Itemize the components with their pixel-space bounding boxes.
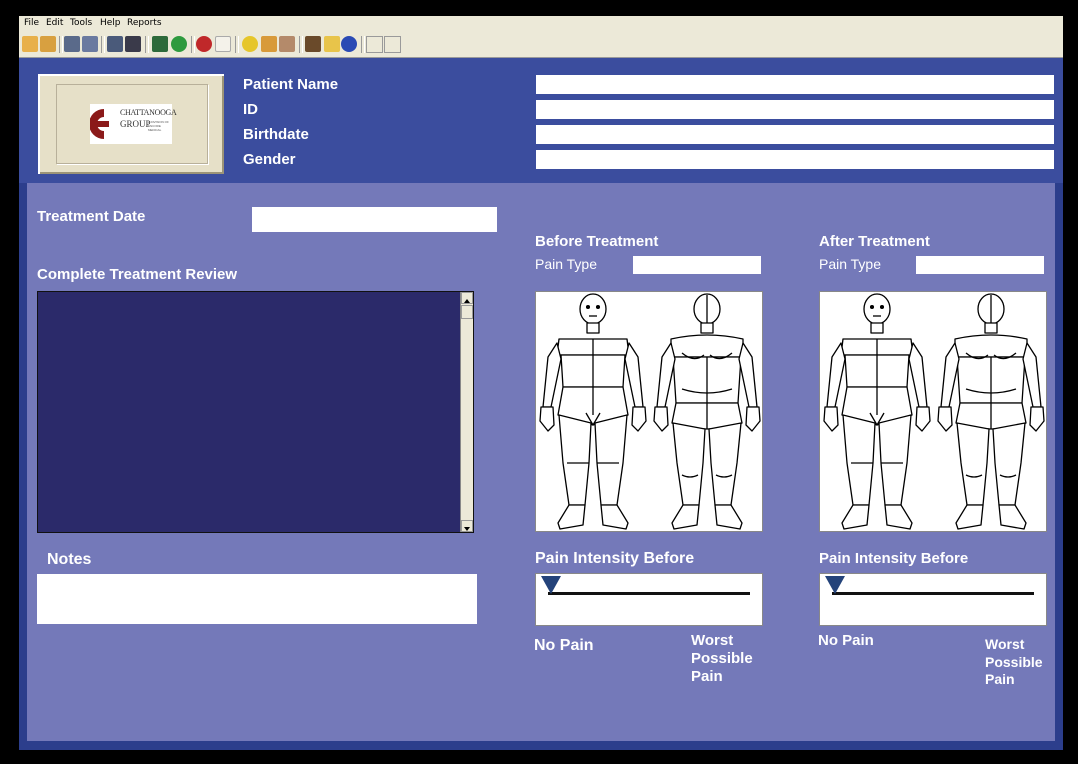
complete-treatment-review-label: Complete Treatment Review	[37, 266, 238, 283]
after-body-chart	[823, 293, 1045, 530]
toolbar-separator	[361, 36, 365, 53]
before-slider-track	[548, 592, 750, 595]
before-slider-thumb[interactable]	[541, 576, 561, 594]
tools-icon[interactable]	[305, 36, 321, 52]
before-no-pain-label: No Pain	[534, 637, 594, 654]
after-treatment-title: After Treatment	[819, 233, 930, 250]
print-icon[interactable]	[82, 36, 98, 52]
before-possible-label: Possible	[691, 650, 753, 667]
before-pain-type-field[interactable]	[633, 256, 761, 274]
patient-name-label: Patient Name	[243, 76, 339, 93]
toolbar-blank-button[interactable]	[384, 36, 401, 53]
info-icon[interactable]	[341, 36, 357, 52]
after-worst-label: Worst	[985, 636, 1025, 652]
after-pain-type-field[interactable]	[916, 256, 1044, 274]
after-back-body[interactable]	[937, 293, 1045, 530]
logo-tagline: A DIVISION OF ENCORE MEDICAL	[148, 120, 169, 132]
id-field[interactable]	[536, 100, 1054, 119]
before-body-diagram[interactable]	[535, 291, 763, 532]
treatment-date-field[interactable]	[252, 207, 497, 232]
before-worst-label: Worst	[691, 632, 734, 649]
toolbar-separator	[59, 36, 63, 53]
toolbar	[19, 33, 1063, 58]
save-icon[interactable]	[152, 36, 168, 52]
menu-edit[interactable]: Edit	[46, 18, 63, 28]
before-pain-intensity-label: Pain Intensity Before	[535, 550, 695, 567]
toolbar-separator	[101, 36, 105, 53]
before-treatment-title: Before Treatment	[535, 233, 659, 250]
triangle-down-icon	[464, 527, 470, 531]
before-pain-type-label: Pain Type	[535, 256, 598, 272]
export-icon[interactable]	[171, 36, 187, 52]
after-front-body[interactable]	[823, 293, 931, 530]
logo-line1: CHATTANOOGA	[120, 108, 177, 117]
menu-tools[interactable]: Tools	[70, 18, 92, 28]
notes-label: Notes	[47, 551, 92, 568]
before-back-body[interactable]	[653, 293, 761, 530]
after-no-pain-label: No Pain	[818, 632, 874, 649]
chattanooga-logo: CHATTANOOGA GROUP A DIVISION OF ENCORE M…	[89, 104, 177, 144]
toolbar-separator	[235, 36, 239, 53]
birthdate-field[interactable]	[536, 125, 1054, 144]
before-body-chart	[539, 293, 761, 530]
after-pain-intensity-slider[interactable]	[819, 573, 1047, 626]
after-body-diagram[interactable]	[819, 291, 1047, 532]
logo-line2: GROUP	[120, 119, 151, 129]
menu-help[interactable]: Help	[100, 18, 121, 28]
open-icon[interactable]	[40, 36, 56, 52]
patient-name-field[interactable]	[536, 75, 1054, 94]
before-front-body[interactable]	[539, 293, 647, 530]
toolbar-separator	[299, 36, 303, 53]
after-pain-label: Pain	[985, 671, 1015, 687]
treatment-review-textarea[interactable]	[37, 291, 474, 533]
before-pain-label: Pain	[691, 668, 723, 685]
treatment-date-label: Treatment Date	[37, 208, 146, 225]
print-preview-icon[interactable]	[64, 36, 80, 52]
notes-icon[interactable]	[279, 36, 295, 52]
after-pain-type-label: Pain Type	[819, 256, 882, 272]
new-icon[interactable]	[22, 36, 38, 52]
treatment-panel: Treatment Date Complete Treatment Review…	[27, 183, 1055, 741]
toolbar-separator	[191, 36, 195, 53]
before-pain-intensity-slider[interactable]	[535, 573, 763, 626]
notes-field[interactable]	[37, 574, 477, 624]
review-scrollbar[interactable]	[460, 292, 473, 532]
help-icon[interactable]	[324, 36, 340, 52]
fax-icon[interactable]	[107, 36, 123, 52]
scroll-down-button[interactable]	[461, 520, 473, 532]
menu-bar: File Edit Tools Help Reports	[19, 16, 1063, 33]
scanner-icon[interactable]	[125, 36, 141, 52]
mouth-icon[interactable]	[196, 36, 212, 52]
after-slider-track	[832, 592, 1034, 595]
after-pain-intensity-label: Pain Intensity Before	[819, 550, 969, 567]
blank-icon[interactable]	[215, 36, 231, 52]
patient-header: CHATTANOOGA GROUP A DIVISION OF ENCORE M…	[19, 58, 1063, 183]
application-window: File Edit Tools Help Reports CHATTANOOGA…	[19, 16, 1063, 750]
birthdate-label: Birthdate	[243, 126, 309, 143]
smiley-icon[interactable]	[242, 36, 258, 52]
after-slider-thumb[interactable]	[825, 576, 845, 594]
menu-reports[interactable]: Reports	[127, 18, 162, 28]
toolbar-separator	[145, 36, 149, 53]
gender-field[interactable]	[536, 150, 1054, 169]
scroll-up-button[interactable]	[461, 292, 473, 304]
toolbar-blank-button[interactable]	[366, 36, 383, 53]
gender-label: Gender	[243, 151, 296, 168]
after-possible-label: Possible	[985, 654, 1043, 670]
hand-icon[interactable]	[261, 36, 277, 52]
menu-file[interactable]: File	[24, 18, 39, 28]
id-label: ID	[243, 101, 258, 118]
scroll-thumb[interactable]	[461, 305, 473, 319]
logo-frame: CHATTANOOGA GROUP A DIVISION OF ENCORE M…	[38, 74, 224, 174]
